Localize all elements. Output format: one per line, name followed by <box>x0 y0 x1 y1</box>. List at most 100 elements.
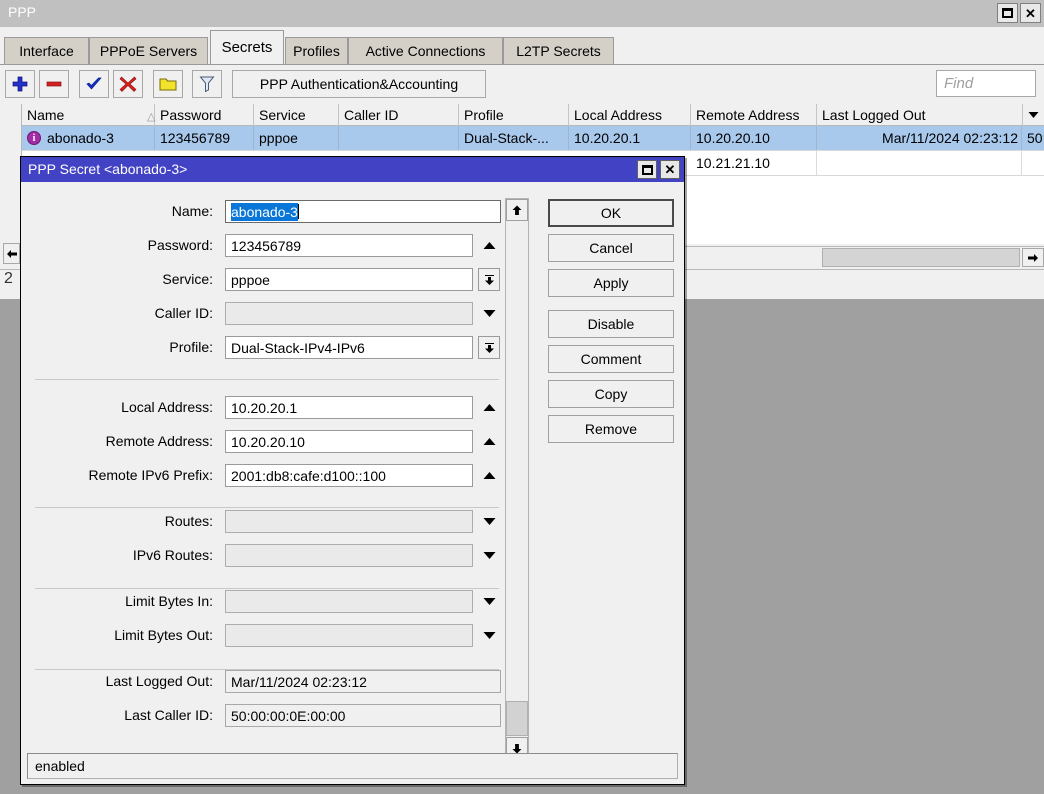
tab-label: PPPoE Servers <box>100 43 197 59</box>
remove-button[interactable] <box>39 70 69 98</box>
tab-active-connections[interactable]: Active Connections <box>348 37 503 64</box>
comment-button[interactable]: Comment <box>548 345 674 373</box>
remove-button[interactable]: Remove <box>548 415 674 443</box>
checkmark-icon <box>85 75 103 93</box>
remote-address-input[interactable]: 10.20.20.10 <box>225 430 473 453</box>
restore-icon <box>1002 8 1013 18</box>
scroll-left-button[interactable] <box>3 243 20 264</box>
apply-button[interactable]: Apply <box>548 269 674 297</box>
password-expand-button[interactable] <box>480 236 498 254</box>
caller-id-expand-button[interactable] <box>480 304 498 322</box>
column-header-service[interactable]: Service <box>254 104 339 126</box>
routes-expand-button[interactable] <box>480 512 498 530</box>
service-dropdown-button[interactable] <box>478 268 500 291</box>
cell-remote-address: 10.20.20.10 <box>691 126 817 150</box>
filter-button[interactable] <box>192 70 222 98</box>
ipv6-routes-expand-button[interactable] <box>480 546 498 564</box>
profile-dropdown-button[interactable] <box>478 336 500 359</box>
profile-input[interactable]: Dual-Stack-IPv4-IPv6 <box>225 336 473 359</box>
column-header-name[interactable]: Name <box>22 104 155 126</box>
table-row[interactable]: i abonado-3 123456789 pppoe Dual-Stack-.… <box>22 126 1044 151</box>
cell-text: 10.20.20.10 <box>696 130 770 146</box>
ppp-authentication-accounting-button[interactable]: PPP Authentication&Accounting <box>232 70 486 98</box>
triangle-up-icon <box>483 403 496 412</box>
column-header-profile[interactable]: Profile <box>459 104 569 126</box>
ipv6-routes-input[interactable] <box>225 544 473 567</box>
comment-button[interactable] <box>153 70 183 98</box>
scrollbar-thumb[interactable] <box>506 701 528 736</box>
ok-button[interactable]: OK <box>548 199 674 227</box>
cell-last-logged-out: Mar/11/2024 02:23:12 <box>817 126 1022 150</box>
column-header-caller-id[interactable]: Caller ID <box>339 104 459 126</box>
label-routes: Routes: <box>21 508 219 534</box>
scroll-right-button[interactable] <box>1022 248 1044 267</box>
scroll-up-button[interactable] <box>506 199 528 221</box>
cell-last-logged-out <box>817 151 1022 175</box>
cell-text: Dual-Stack-... <box>464 130 549 146</box>
column-label: Service <box>259 107 306 123</box>
bar-glyph <box>485 275 494 276</box>
copy-button[interactable]: Copy <box>548 380 674 408</box>
ppp-secret-dialog: PPP Secret <abonado-3> ✕ Name: abonado-3… <box>20 156 685 785</box>
label-service: Service: <box>21 266 219 292</box>
add-button[interactable] <box>5 70 35 98</box>
tab-l2tp-secrets[interactable]: L2TP Secrets <box>503 37 614 64</box>
find-input[interactable]: Find <box>936 70 1036 97</box>
column-chooser-button[interactable] <box>1022 104 1044 126</box>
cell-text: 50: <box>1027 130 1044 146</box>
dialog-body: Name: abonado-3 Password: 123456789 Serv… <box>21 182 684 784</box>
column-label: Name <box>27 107 64 123</box>
find-placeholder: Find <box>944 75 973 92</box>
toolbar: PPP Authentication&Accounting Find <box>0 64 1044 104</box>
button-label: Comment <box>581 351 642 367</box>
tab-interface[interactable]: Interface <box>4 37 89 64</box>
remote-ipv6-prefix-input[interactable]: 2001:db8:cafe:d100::100 <box>225 464 473 487</box>
column-header-password[interactable]: Password <box>155 104 254 126</box>
routes-input[interactable] <box>225 510 473 533</box>
horizontal-scrollbar-thumb[interactable] <box>822 248 1020 267</box>
dialog-close-button[interactable]: ✕ <box>660 160 680 179</box>
service-value: pppoe <box>231 272 270 288</box>
limit-bytes-out-input[interactable] <box>225 624 473 647</box>
ppp-titlebar: PPP ✕ <box>0 0 1044 27</box>
tab-secrets[interactable]: Secrets <box>210 30 284 64</box>
label-local-address: Local Address: <box>21 394 219 420</box>
ppp-window-title: PPP <box>8 4 36 20</box>
remote-address-value: 10.20.20.10 <box>231 434 305 450</box>
profile-value: Dual-Stack-IPv4-IPv6 <box>231 340 365 356</box>
tab-pppoe-servers[interactable]: PPPoE Servers <box>89 37 208 64</box>
ppp-restore-button[interactable] <box>997 3 1018 23</box>
cancel-button[interactable]: Cancel <box>548 234 674 262</box>
column-header-local-address[interactable]: Local Address <box>569 104 691 126</box>
limit-bytes-in-input[interactable] <box>225 590 473 613</box>
local-address-input[interactable]: 10.20.20.1 <box>225 396 473 419</box>
arrow-down-icon <box>511 743 523 754</box>
disable-button[interactable] <box>113 70 143 98</box>
arrow-left-icon <box>6 249 18 259</box>
remote-address-expand-button[interactable] <box>480 432 498 450</box>
caller-id-input[interactable] <box>225 302 473 325</box>
button-label: Cancel <box>589 240 633 256</box>
limit-bytes-out-expand-button[interactable] <box>480 626 498 644</box>
password-input[interactable]: 123456789 <box>225 234 473 257</box>
column-header-remote-address[interactable]: Remote Address <box>691 104 817 126</box>
triangle-up-icon <box>483 437 496 446</box>
name-input[interactable]: abonado-3 <box>225 200 501 223</box>
cell-service: pppoe <box>254 126 339 150</box>
service-input[interactable]: pppoe <box>225 268 473 291</box>
dialog-vertical-scrollbar[interactable] <box>505 198 529 760</box>
tab-profiles[interactable]: Profiles <box>285 37 348 64</box>
tab-label: Interface <box>19 43 73 59</box>
local-address-expand-button[interactable] <box>480 398 498 416</box>
dialog-status-bar: enabled <box>27 753 678 779</box>
remote-ipv6-prefix-expand-button[interactable] <box>480 466 498 484</box>
cell-text: 123456789 <box>160 130 230 146</box>
dialog-restore-button[interactable] <box>637 160 657 179</box>
cell-overflow: 50: <box>1022 126 1044 150</box>
disable-button[interactable]: Disable <box>548 310 674 338</box>
enable-button[interactable] <box>79 70 109 98</box>
limit-bytes-in-expand-button[interactable] <box>480 592 498 610</box>
column-header-last-logged-out[interactable]: Last Logged Out <box>817 104 1022 126</box>
label-remote-address: Remote Address: <box>21 428 219 454</box>
ppp-close-button[interactable]: ✕ <box>1020 3 1041 23</box>
